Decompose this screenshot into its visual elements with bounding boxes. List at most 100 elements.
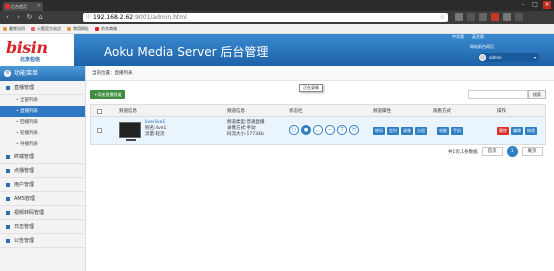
sidebar-subitem-live-list[interactable]: 直播列表 (0, 106, 85, 117)
column-header: 状态栏 (289, 109, 303, 114)
sidebar-subitem-all[interactable]: 全部列表 (0, 95, 85, 106)
recording-tooltip: 正在录像 (299, 84, 323, 92)
h-icon[interactable]: H (349, 125, 359, 135)
terminal-icon (6, 155, 10, 159)
tab-favicon-icon (5, 4, 10, 9)
stop-icon[interactable]: — (325, 125, 335, 135)
minimize-icon[interactable]: – (519, 1, 527, 9)
sidebar-item-terminal[interactable]: 终端管理 (0, 150, 85, 164)
record-icon[interactable]: ● (301, 125, 311, 135)
jd-icon (95, 26, 99, 31)
tab-title: 后台首页 (11, 4, 27, 9)
info-icon: ⓘ (86, 14, 92, 20)
row-checkbox[interactable] (97, 128, 102, 133)
logo: bisin 北京伯信 (0, 34, 74, 66)
download-icon[interactable] (503, 13, 511, 21)
url-input[interactable]: ⓘ 192.168.2.62:9001/admin.html ☆ (83, 13, 448, 22)
bookmark-star-icon[interactable]: ☆ (440, 13, 445, 22)
url-path: :9001/admin.html (133, 14, 187, 21)
sidebar-item-label: 日志管理 (14, 224, 35, 230)
home-icon[interactable]: ⌂ (36, 13, 45, 22)
sidebar-item-label: AMS管理 (14, 196, 35, 202)
record-button[interactable]: 录像 (401, 127, 413, 135)
sidebar-item-label: 直播管理 (14, 85, 35, 91)
current-page[interactable]: 1 (506, 146, 518, 157)
first-page-button[interactable]: 首页 (481, 147, 503, 156)
column-header: 频道信息 (227, 109, 245, 114)
sidebar-item-label: 公告管理 (14, 238, 35, 244)
more-icon[interactable]: … (313, 125, 323, 135)
lang-cn-link[interactable]: 中文版 (452, 34, 464, 40)
bookmark-label: 常用网址 (73, 25, 89, 31)
watch-pc-button[interactable]: 电脑 (437, 127, 449, 135)
browser-tab[interactable]: 后台首页 × (3, 2, 43, 11)
forward-icon[interactable]: › (14, 13, 23, 22)
lang-en-link[interactable]: 英文版 (472, 34, 484, 40)
firefox-icon (31, 26, 35, 31)
transcode-icon (6, 211, 10, 215)
bookmark-item[interactable]: 火狐官方站点 (31, 26, 61, 32)
back-icon[interactable]: ‹ (3, 13, 12, 22)
logo-text: bisin (6, 38, 48, 57)
column-header: 观看方式 (433, 109, 451, 114)
column-header: 频道属性 (373, 109, 391, 114)
group-button[interactable]: 分组 (415, 127, 427, 135)
maximize-icon[interactable]: □ (531, 1, 539, 9)
shield-icon[interactable] (479, 13, 487, 21)
sidebar-item-notice[interactable]: 公告管理 (0, 234, 85, 248)
channel-info-cell: live/live1 别名:live1 流量:轻流 (119, 117, 219, 144)
add-channel-button[interactable]: +添加直播频道 (90, 90, 126, 99)
reload-icon[interactable]: ↻ (25, 13, 34, 22)
main-content: 当前位置：直播列表 +添加直播频道 搜索 频道信息 频道信息 状态栏 频道属性 … (86, 66, 554, 271)
sidebar-item-transcode[interactable]: 视频转码管理 (0, 206, 85, 220)
bookmark-label: 京东商城 (101, 25, 117, 31)
watch-mobile-button[interactable]: 手机 (451, 127, 463, 135)
bookmark-item[interactable]: 最常访问 (3, 26, 25, 32)
sidebar-icon[interactable] (467, 13, 475, 21)
folder-icon (67, 26, 71, 31)
select-all-checkbox[interactable] (97, 109, 102, 114)
status-cell: ○ ● … — T H (289, 117, 369, 144)
schedule-button[interactable]: 定时 (387, 127, 399, 135)
sidebar-subitem-replay[interactable]: 回播列表 (0, 117, 85, 128)
bookmark-item[interactable]: 常用网址 (67, 26, 89, 32)
t-icon[interactable]: T (337, 125, 347, 135)
logo-subtitle: 北京伯信 (20, 57, 41, 63)
tab-close-icon[interactable]: × (37, 2, 41, 11)
window-close-icon[interactable]: × (543, 1, 551, 9)
username: admin (489, 55, 502, 60)
window-controls: – □ × (519, 1, 551, 10)
url-host: 192.168.2.62 (93, 14, 134, 21)
sidebar-item-ams[interactable]: AMS管理 (0, 192, 85, 206)
status-ok-icon[interactable]: ○ (289, 125, 299, 135)
sidebar-subitem-director[interactable]: 导播列表 (0, 139, 85, 150)
language-links: 中文版 英文版 (452, 34, 484, 40)
pdf-extension-icon[interactable] (491, 13, 499, 21)
sidebar-item-label: 终端管理 (14, 154, 35, 160)
channel-text: live/live1 别名:live1 流量:轻流 (145, 120, 166, 138)
sidebar-item-vod[interactable]: 点播管理 (0, 164, 85, 178)
edit-button[interactable]: 编辑 (511, 127, 523, 135)
live-icon (6, 86, 10, 90)
delete-button[interactable]: 删除 (497, 127, 509, 135)
site-link[interactable]: 网站前台网页 (470, 44, 494, 50)
search-button[interactable]: 搜索 (528, 90, 546, 99)
search-input[interactable] (468, 90, 528, 99)
breadcrumb: 当前位置：直播列表 (86, 66, 554, 81)
transcode-button[interactable]: 转码 (373, 127, 385, 135)
sidebar: ≡ 功能菜单 直播管理 全部列表 直播列表 回播列表 轮播列表 导播列表 终端管… (0, 66, 86, 271)
sidebar-item-label: 用户管理 (14, 182, 35, 188)
operation-cell: 删除 编辑 修改 (497, 117, 547, 144)
sidebar-item-logs[interactable]: 日志管理 (0, 220, 85, 234)
bookmarks-bar: 最常访问 火狐官方站点 常用网址 京东商城 (0, 24, 554, 34)
menu-icon[interactable] (515, 13, 523, 21)
user-menu[interactable]: admin ▾ (478, 53, 540, 62)
modify-button[interactable]: 修改 (525, 127, 537, 135)
library-icon[interactable] (455, 13, 463, 21)
sidebar-item-live[interactable]: 直播管理 (0, 81, 85, 95)
sidebar-subitem-carousel[interactable]: 轮播列表 (0, 128, 85, 139)
bookmark-item[interactable]: 京东商城 (95, 26, 117, 32)
column-header: 操作 (497, 109, 506, 114)
sidebar-item-users[interactable]: 用户管理 (0, 178, 85, 192)
last-page-button[interactable]: 尾页 (521, 147, 543, 156)
